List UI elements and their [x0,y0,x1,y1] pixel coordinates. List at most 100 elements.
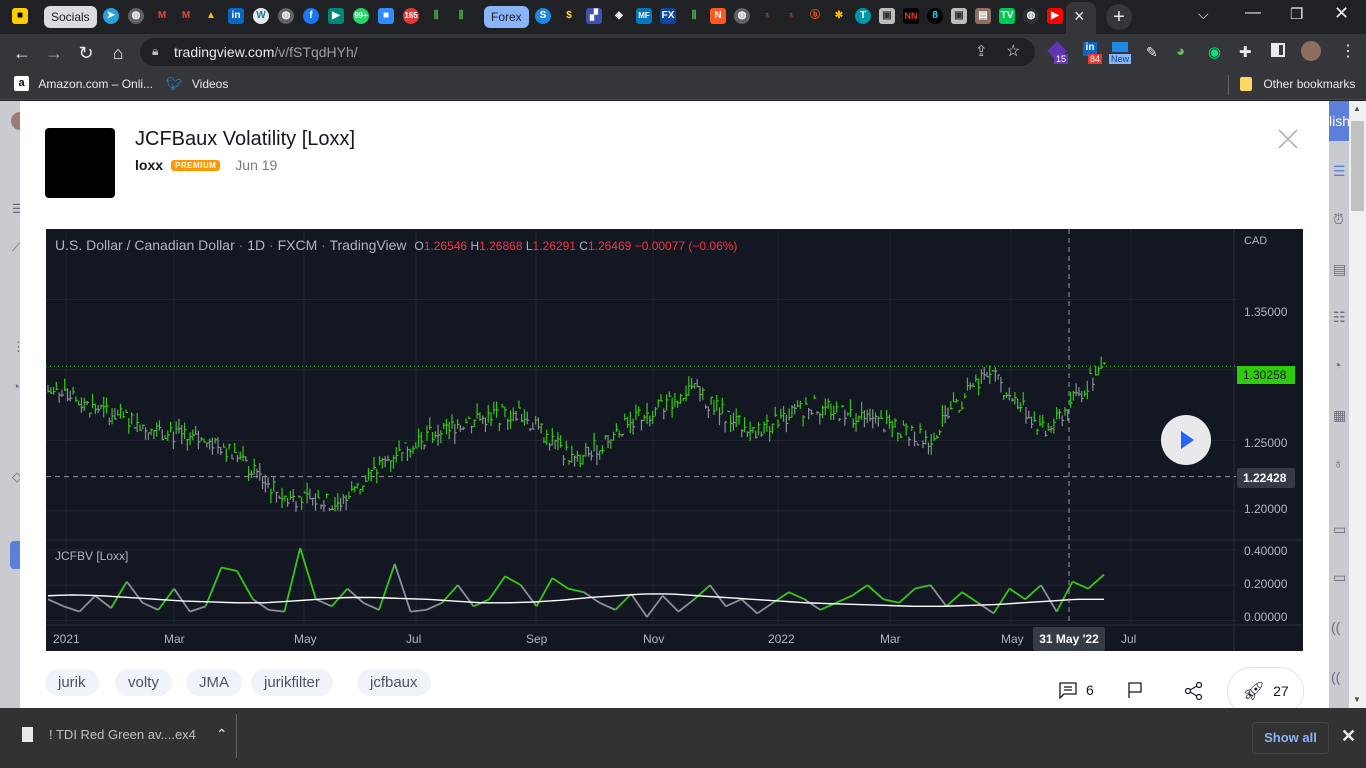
s-site-icon[interactable]: 8 [927,8,943,24]
other-bookmarks[interactable]: Other bookmarks [1240,76,1355,91]
restore-icon[interactable]: ❐ [1290,5,1303,23]
candlestick-icon[interactable]: ⫼ [453,8,469,24]
close-modal-icon[interactable] [1276,127,1300,151]
tab-search-icon[interactable]: ⌵ [1198,6,1209,23]
forex-site-icon[interactable]: S [535,8,551,24]
globe-extension-icon[interactable]: ◕ [1176,43,1185,60]
orange-site-icon[interactable]: ♁ [759,8,775,24]
google-drive-icon[interactable]: ▲ [203,8,219,24]
address-bar[interactable]: 🔒︎ tradingview.com/v/fSTqdHYh/ ⇪ ☆ [140,38,1035,66]
chevron-up-icon[interactable]: ⌃ [216,726,228,743]
whatsapp-icon[interactable]: 99+ [353,8,369,24]
tab-group-socials[interactable]: Socials [44,6,97,28]
n-site-icon[interactable]: N [710,8,726,24]
globe-icon[interactable]: ◍ [278,8,294,24]
bookmark-amazon[interactable]: a Amazon.com – Onli... [14,76,153,94]
orange-site-icon[interactable]: ♁ [783,8,799,24]
reload-icon[interactable]: ↻ [75,42,97,64]
author-thumbnail[interactable] [45,128,115,198]
messages-icon[interactable]: ▭ [1333,569,1346,586]
facebook-icon[interactable]: f [303,8,319,24]
bookmark-videos[interactable]: 🐦︎ Videos [166,76,228,94]
candlestick-icon[interactable]: ⫼ [428,8,444,24]
streams-icon[interactable]: (( [1331,619,1340,635]
star-site-icon[interactable]: ✱ [831,8,847,24]
tag-chip[interactable]: jurikfilter [251,669,333,696]
alarm-icon[interactable]: ⏰︎ [1333,211,1344,228]
image-site-icon[interactable]: ▤ [975,8,991,24]
tag-chip[interactable]: jurik [45,669,99,696]
watchlist-icon[interactable]: ☰ [1333,163,1346,180]
tag-chip[interactable]: jcfbaux [357,669,431,696]
close-tab-icon[interactable]: × [1074,6,1085,27]
home-icon[interactable]: ⌂ [107,42,129,64]
youtube-icon[interactable]: ▶ [1047,8,1063,24]
scroll-down-icon[interactable]: ▼ [1353,695,1361,704]
dollar-icon[interactable]: $ [561,8,577,24]
profile-avatar[interactable] [1301,41,1321,61]
tradingview-site-icon[interactable]: TV [999,8,1015,24]
scrollbar-thumb[interactable] [1351,121,1364,211]
minimize-icon[interactable]: — [1245,4,1261,22]
nn-site-icon[interactable]: NN [903,8,919,24]
telegram-icon[interactable]: ➤ [103,8,119,24]
page-icon[interactable]: ▣ [951,8,967,24]
forward-icon[interactable]: → [43,42,65,64]
diamond-icon[interactable]: ◈ [611,8,627,24]
globe-icon[interactable]: ◍ [128,8,144,24]
side-panel-icon[interactable] [1271,43,1285,57]
share-button[interactable] [1184,681,1204,706]
extension-icon[interactable] [1112,42,1128,52]
show-all-button[interactable]: Show all [1252,722,1329,754]
grammar-extension-icon[interactable]: ◉ [1208,43,1221,61]
page-scrollbar[interactable]: ▲ ▼ [1349,101,1366,708]
active-tab[interactable]: × [1066,2,1096,34]
symbol-name[interactable]: U.S. Dollar / Canadian Dollar [55,237,235,253]
active-tool-button[interactable] [10,541,20,569]
myfxbook-icon[interactable]: MF [636,8,652,24]
menu-kebab-icon[interactable]: ⋮ [1340,41,1356,61]
close-downloads-icon[interactable]: ✕ [1341,726,1356,747]
globe-icon[interactable]: ◍ [1023,8,1039,24]
back-icon[interactable]: ← [11,42,33,64]
pie-chart-icon[interactable]: ◔ [1333,357,1341,373]
report-button[interactable] [1126,681,1144,704]
chart-site-icon[interactable]: ▞ [586,8,602,24]
share-icon[interactable]: ⇪ [975,42,988,60]
bookmark-star-icon[interactable]: ☆ [1006,41,1020,61]
zoom-icon[interactable]: ■ [378,8,394,24]
price-chart[interactable]: U.S. Dollar / Canadian Dollar · 1D · FXC… [46,229,1303,651]
hotlist-icon[interactable]: ☷ [1333,309,1346,326]
chats-icon[interactable]: ▭ [1333,521,1346,538]
page-icon[interactable]: ▣ [879,8,895,24]
scroll-up-icon[interactable]: ▲ [1353,104,1361,113]
wordpress-icon[interactable]: W [253,8,269,24]
gmail-icon[interactable]: M [154,8,170,24]
google-meet-icon[interactable]: ▶ [328,8,344,24]
news-icon[interactable]: ▤ [1333,261,1346,278]
download-item[interactable]: ! TDI Red Green av....ex4 ⌃ [22,726,228,743]
broadcast-icon[interactable]: (( [1331,669,1340,685]
comments-button[interactable]: 6 [1058,681,1094,699]
b-site-icon[interactable]: ⓑ [807,8,823,24]
measure-tool-icon[interactable]: ◔ [12,379,20,394]
gmail-icon[interactable]: M [178,8,194,24]
t-site-icon[interactable]: T [855,8,871,24]
ideas-bulb-icon[interactable]: ♁ [1333,455,1344,471]
fx-icon[interactable]: FX [660,8,676,24]
tag-chip[interactable]: volty [115,669,172,696]
pen-extension-icon[interactable]: ✎ [1146,44,1158,61]
globe-icon[interactable]: ◍ [734,8,750,24]
extensions-puzzle-icon[interactable]: ✚ [1239,43,1252,61]
linkedin-icon[interactable]: in [228,8,244,24]
indicator-legend[interactable]: JCFBV [Loxx] [55,549,128,563]
author-link[interactable]: loxx [135,157,163,173]
play-replay-button[interactable] [1161,415,1211,465]
mtn-icon[interactable]: ■ [12,8,28,24]
calendar-icon[interactable]: ▦ [1333,407,1346,424]
tag-chip[interactable]: JMA [186,669,242,696]
new-tab-button[interactable]: + [1106,4,1132,30]
tab-group-forex[interactable]: Forex [484,6,529,28]
notification-165-icon[interactable]: 165 [403,8,419,24]
close-window-icon[interactable]: ✕ [1334,3,1349,24]
